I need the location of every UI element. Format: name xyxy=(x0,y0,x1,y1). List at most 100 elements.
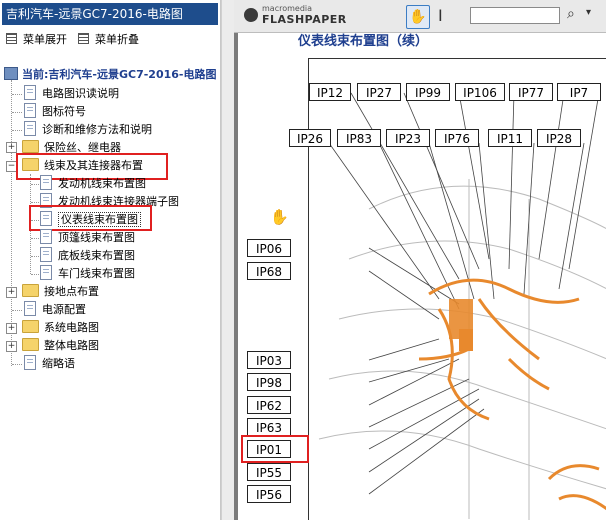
document-icon xyxy=(40,247,52,262)
connector-label[interactable]: IP06 xyxy=(247,239,291,257)
collapse-all-label: 菜单折叠 xyxy=(95,33,139,46)
tree-line xyxy=(12,112,22,113)
text-select-tool-icon[interactable]: I xyxy=(438,6,443,25)
folder-icon xyxy=(22,338,39,351)
tree-item[interactable]: 发动机线束布置图 xyxy=(40,175,146,192)
tree-folder-label: 系统电路图 xyxy=(44,321,99,334)
document-icon xyxy=(24,301,36,316)
hand-tool-button[interactable]: ✋ xyxy=(406,5,430,29)
connector-label[interactable]: IP63 xyxy=(247,418,291,436)
tree-item[interactable]: 图标符号 xyxy=(24,103,86,120)
tree-item[interactable]: 底板线束布置图 xyxy=(40,247,135,264)
harness-diagram: IP12 IP27 IP99 IP106 IP77 IP7 IP26 IP83 … xyxy=(241,58,606,520)
macromedia-logo-icon xyxy=(244,8,258,22)
document-viewer: macromedia FLASHPAPER ✋ I ⌕ ▾ 仪表线束布置图（续） xyxy=(234,0,606,520)
logo-top-text: macromedia xyxy=(262,4,313,13)
tree-line xyxy=(12,130,22,131)
tree-item-label: 底板线束布置图 xyxy=(58,249,135,262)
tree-item-label: 诊断和维修方法和说明 xyxy=(42,123,152,136)
tree-line xyxy=(31,256,39,257)
tree-item-label: 电路图识读说明 xyxy=(42,87,119,100)
tree-root[interactable]: 当前:吉利汽车-远景GC7-2016-电路图 xyxy=(4,66,216,83)
tree-item-label: 缩略语 xyxy=(42,357,75,370)
harness-wires xyxy=(418,278,606,511)
connector-label[interactable]: IP62 xyxy=(247,396,291,414)
folder-icon xyxy=(22,140,39,153)
tree-item[interactable]: 诊断和维修方法和说明 xyxy=(24,121,152,138)
tree-item[interactable]: 车门线束布置图 xyxy=(40,265,135,282)
connector-label[interactable]: IP27 xyxy=(357,83,401,101)
document-page: 仪表线束布置图（续） IP12 IP27 IP99 IP106 IP77 IP7… xyxy=(238,33,606,520)
tree-item-label: 电源配置 xyxy=(42,303,86,316)
connector-label[interactable]: IP98 xyxy=(247,373,291,391)
document-icon xyxy=(24,121,36,136)
pane-title: 吉利汽车-远景GC7-2016-电路图 xyxy=(2,3,218,25)
tree-item[interactable]: 电源配置 xyxy=(24,301,86,318)
connector-label[interactable]: IP77 xyxy=(509,83,553,101)
tree-item[interactable]: 电路图识读说明 xyxy=(24,85,119,102)
expand-all-label: 菜单展开 xyxy=(23,33,67,46)
viewer-toolbar: macromedia FLASHPAPER ✋ I ⌕ ▾ xyxy=(234,0,606,33)
tree-item-label: 发动机线束布置图 xyxy=(58,177,146,190)
tree-folder[interactable]: 整体电路图 xyxy=(22,337,99,354)
connector-label[interactable]: IP106 xyxy=(455,83,505,101)
leader-lines xyxy=(328,92,600,495)
expander-plus[interactable]: + xyxy=(6,287,17,298)
connector-label[interactable]: IP03 xyxy=(247,351,291,369)
connector-label[interactable]: IP11 xyxy=(488,129,532,147)
expand-icon xyxy=(6,33,17,44)
tree-line xyxy=(12,310,22,311)
connector-label[interactable]: IP55 xyxy=(247,463,291,481)
chevron-down-icon[interactable]: ▾ xyxy=(586,7,591,18)
tree-item-label: 顶篷线束布置图 xyxy=(58,231,135,244)
document-icon xyxy=(24,85,36,100)
document-icon xyxy=(24,103,36,118)
expander-plus[interactable]: + xyxy=(6,142,17,153)
folder-icon xyxy=(22,284,39,297)
expander-plus[interactable]: + xyxy=(6,323,17,334)
folder-icon xyxy=(22,320,39,333)
connector-label[interactable]: IP26 xyxy=(289,129,331,147)
document-icon xyxy=(24,355,36,370)
connector-label[interactable]: IP99 xyxy=(406,83,450,101)
collapse-icon xyxy=(78,33,89,44)
harness-connector-block xyxy=(459,329,473,351)
tree-folder[interactable]: 系统电路图 xyxy=(22,319,99,336)
tree-line xyxy=(12,364,22,365)
connector-label[interactable]: IP83 xyxy=(337,129,381,147)
tree-item-label: 图标符号 xyxy=(42,105,86,118)
connector-label[interactable]: IP7 xyxy=(557,83,601,101)
connector-label[interactable]: IP23 xyxy=(386,129,430,147)
highlight-box xyxy=(29,205,152,231)
connector-label[interactable]: IP28 xyxy=(537,129,581,147)
tree-line xyxy=(31,202,39,203)
page-title: 仪表线束布置图（续） xyxy=(298,34,429,49)
computer-icon xyxy=(4,67,18,80)
highlight-box xyxy=(241,435,309,463)
tree-folder[interactable]: 接地点布置 xyxy=(22,283,99,300)
connector-label[interactable]: IP12 xyxy=(309,83,351,101)
logo-bottom-text: FLASHPAPER xyxy=(262,13,347,26)
tree-item-label: 车门线束布置图 xyxy=(58,267,135,280)
tree-root-label: 当前:吉利汽车-远景GC7-2016-电路图 xyxy=(22,68,217,81)
tree-item[interactable]: 顶篷线束布置图 xyxy=(40,229,135,246)
connector-label[interactable]: IP76 xyxy=(435,129,479,147)
expander-plus[interactable]: + xyxy=(6,341,17,352)
tree-folder-label: 整体电路图 xyxy=(44,339,99,352)
expand-all-button[interactable]: 菜单展开 xyxy=(6,32,67,48)
tree-item[interactable]: 缩略语 xyxy=(24,355,75,372)
hand-cursor-icon: ✋ xyxy=(270,208,289,226)
connector-label[interactable]: IP56 xyxy=(247,485,291,503)
pane-splitter[interactable] xyxy=(221,0,234,520)
tree-line xyxy=(31,184,39,185)
search-input[interactable] xyxy=(470,7,560,24)
document-icon xyxy=(40,229,52,244)
navigation-pane: 吉利汽车-远景GC7-2016-电路图 菜单展开 菜单折叠 当前:吉利汽车-远景… xyxy=(0,0,221,520)
connector-label[interactable]: IP68 xyxy=(247,262,291,280)
tree-line xyxy=(31,238,39,239)
collapse-all-button[interactable]: 菜单折叠 xyxy=(78,32,139,48)
tree-line xyxy=(31,274,39,275)
tree-folder-label: 接地点布置 xyxy=(44,285,99,298)
document-icon xyxy=(40,265,52,280)
search-icon[interactable]: ⌕ xyxy=(567,6,575,22)
